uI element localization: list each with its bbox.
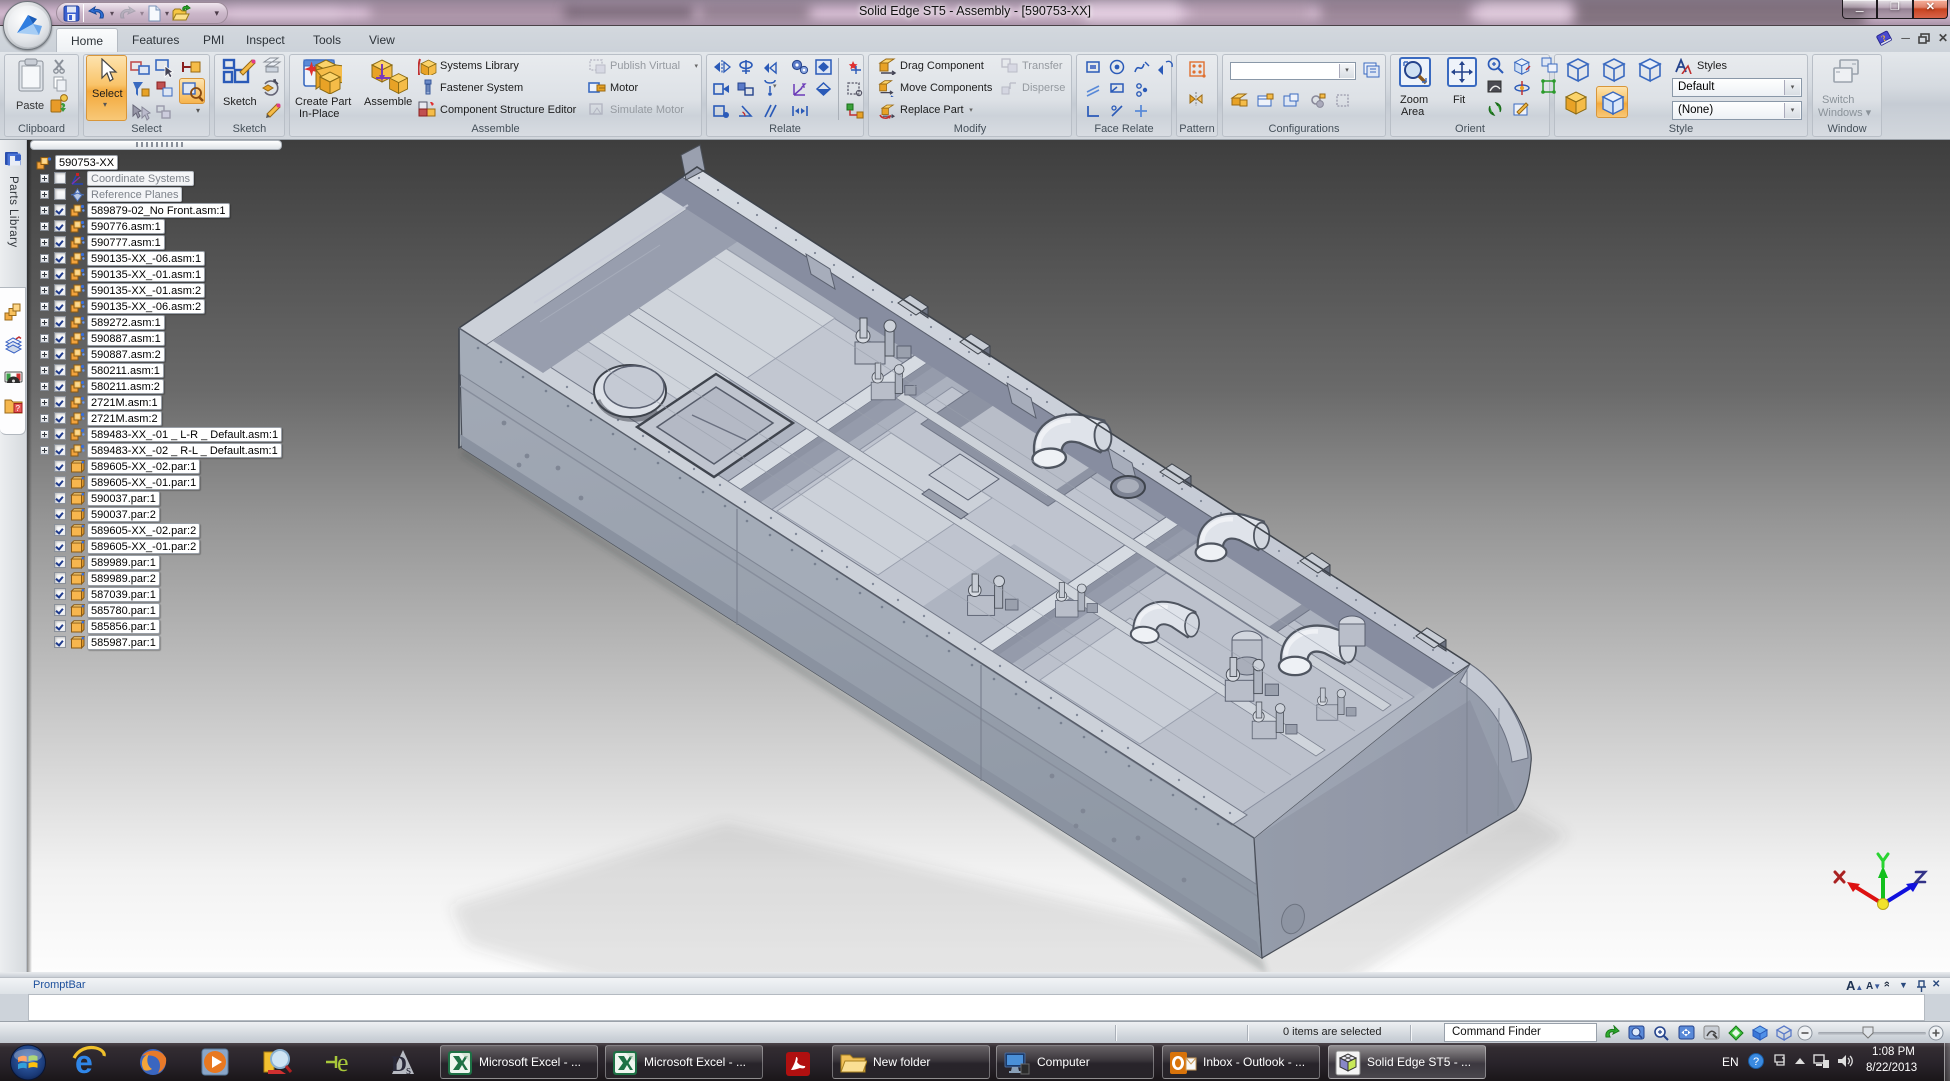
svg-text:e: e bbox=[337, 1048, 349, 1077]
svg-text:s: s bbox=[406, 1062, 411, 1077]
svg-text:?: ? bbox=[16, 404, 21, 413]
svg-text:D: D bbox=[391, 1051, 407, 1076]
svg-text:?: ? bbox=[1753, 1056, 1759, 1068]
